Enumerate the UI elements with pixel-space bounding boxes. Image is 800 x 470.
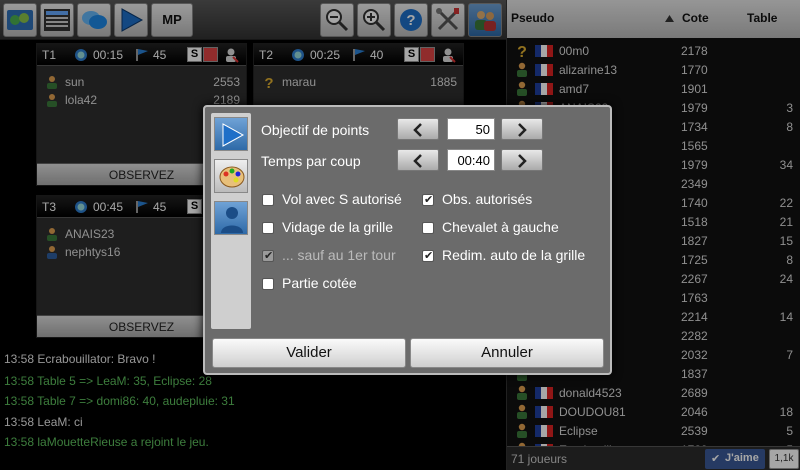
- chevalet-gauche-checkbox[interactable]: [422, 222, 434, 234]
- tab-profile[interactable]: [214, 201, 248, 235]
- redim-auto-checkbox[interactable]: [422, 249, 434, 262]
- tab-appearance[interactable]: [214, 159, 248, 193]
- app-window: MP ? T1 00:15 45 S sun 2553 lola42 2189 …: [0, 0, 800, 470]
- temps-label: Temps par coup: [261, 153, 361, 169]
- dialog-tab-bar: [211, 113, 251, 329]
- partie-cotee-label: Partie cotée: [282, 275, 357, 291]
- chevron-left-icon: [413, 123, 422, 137]
- play-icon: [222, 123, 245, 147]
- chevalet-gauche-label: Chevalet à gauche: [442, 219, 559, 235]
- valider-button[interactable]: Valider: [212, 338, 406, 368]
- vol-s-checkbox[interactable]: [262, 194, 274, 206]
- sauf-1er-tour-label: ... sauf au 1er tour: [282, 247, 396, 263]
- obs-autorises-checkbox[interactable]: [422, 193, 434, 206]
- game-settings-dialog: Objectif de points 50 Temps par coup 00:…: [203, 105, 612, 375]
- chevron-left-icon: [413, 154, 422, 168]
- temps-value-field[interactable]: 00:40: [447, 149, 495, 171]
- objectif-decrement-button[interactable]: [397, 118, 439, 140]
- sauf-1er-tour-checkbox: [262, 249, 274, 262]
- objectif-increment-button[interactable]: [501, 118, 543, 140]
- user-silhouette-icon: [221, 207, 243, 233]
- annuler-button[interactable]: Annuler: [410, 338, 604, 368]
- palette-icon: [219, 166, 245, 188]
- vidage-grille-checkbox[interactable]: [262, 222, 274, 234]
- chevron-right-icon: [518, 154, 527, 168]
- chevron-right-icon: [518, 123, 527, 137]
- temps-decrement-button[interactable]: [397, 149, 439, 171]
- tab-game[interactable]: [214, 117, 248, 151]
- objectif-label: Objectif de points: [261, 122, 370, 138]
- vidage-grille-label: Vidage de la grille: [282, 219, 394, 235]
- vol-s-label: Vol avec S autorisé: [282, 191, 402, 207]
- partie-cotee-checkbox[interactable]: [262, 278, 274, 290]
- redim-auto-label: Redim. auto de la grille: [442, 247, 586, 263]
- obs-autorises-label: Obs. autorisés: [442, 191, 533, 207]
- objectif-value-field[interactable]: 50: [447, 118, 495, 140]
- temps-increment-button[interactable]: [501, 149, 543, 171]
